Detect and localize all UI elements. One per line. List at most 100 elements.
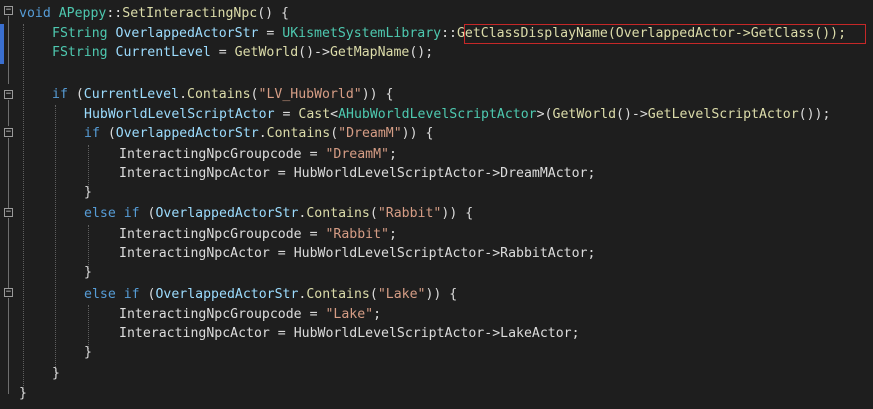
punctuation: ()-> — [616, 107, 648, 122]
operator: = — [269, 166, 294, 181]
member: DreamMActor — [500, 166, 588, 181]
code-line-1[interactable]: void APeppy::SetInteractingNpc() { — [19, 4, 289, 24]
function-call: GetWorld — [552, 107, 617, 122]
variable: HubWorldLevelScriptActor — [293, 166, 485, 181]
type-name: AHubWorldLevelScriptActor — [338, 107, 537, 122]
operator: = — [210, 45, 235, 60]
class-name: APeppy — [58, 6, 107, 21]
variable: OverlappedActorStr — [155, 287, 299, 302]
punctuation: () { — [257, 6, 289, 21]
punctuation: (); — [409, 45, 434, 60]
scope-operator: :: — [106, 6, 123, 21]
variable: InteractingNpcActor — [119, 326, 270, 341]
fold-toggle-icon[interactable]: − — [4, 6, 13, 15]
operator: -> — [484, 246, 501, 261]
code-line-11[interactable]: InteractingNpcGroupcode = "Rabbit"; — [119, 225, 397, 245]
punctuation: ( — [330, 126, 339, 141]
closing-brace: } — [52, 366, 60, 381]
code-line-7[interactable]: InteractingNpcGroupcode = "DreamM"; — [119, 145, 397, 165]
punctuation: ()-> — [298, 45, 330, 60]
fold-line — [8, 138, 9, 208]
code-line-5[interactable]: HubWorldLevelScriptActor = Cast<AHubWorl… — [84, 105, 830, 125]
fold-line — [8, 218, 9, 288]
string-literal: "Lake" — [377, 287, 426, 302]
punctuation: ; — [587, 166, 596, 181]
variable: InteractingNpcActor — [119, 246, 270, 261]
code-editor[interactable]: − − − − − void APeppy::SetInteractingNpc… — [0, 0, 873, 409]
function-call: Contains — [306, 206, 370, 221]
operator: -> — [484, 326, 501, 341]
code-line-15[interactable]: InteractingNpcGroupcode = "Lake"; — [119, 305, 381, 325]
variable: OverlappedActorStr — [155, 206, 299, 221]
keyword: else — [84, 287, 116, 302]
fold-toggle-icon[interactable]: − — [4, 90, 13, 99]
operator: = — [301, 307, 326, 322]
function-call: Contains — [266, 126, 331, 141]
function-call: Contains — [306, 287, 370, 302]
punctuation: ; — [373, 307, 382, 322]
code-line-19[interactable]: } — [19, 384, 27, 404]
operator: = — [269, 326, 294, 341]
fold-toggle-icon[interactable]: − — [4, 128, 13, 137]
keyword: if — [52, 87, 68, 102]
punctuation: )) { — [401, 126, 434, 141]
code-line-8[interactable]: InteractingNpcActor = HubWorldLevelScrip… — [119, 164, 595, 184]
punctuation: ( — [67, 87, 84, 102]
keyword: if — [84, 126, 100, 141]
fold-line — [8, 298, 9, 394]
punctuation: ( — [99, 126, 116, 141]
code-line-2[interactable]: FString OverlappedActorStr = UKismetSyst… — [52, 24, 846, 44]
punctuation: ( — [250, 87, 259, 102]
function-name: SetInteractingNpc — [122, 6, 258, 21]
keyword: else — [84, 206, 116, 221]
indent-guide — [55, 105, 56, 375]
variable: InteractingNpcGroupcode — [119, 307, 302, 322]
punctuation: . — [258, 126, 267, 141]
string-literal: "DreamM" — [338, 126, 402, 141]
variable: OverlappedActorStr — [115, 126, 259, 141]
operator: = — [258, 26, 283, 41]
punctuation: ( — [139, 287, 156, 302]
operator: = — [274, 107, 299, 122]
punctuation: )) { — [361, 87, 394, 102]
punctuation: ()); — [798, 107, 831, 122]
variable: InteractingNpcActor — [119, 166, 270, 181]
fold-toggle-icon[interactable]: − — [4, 288, 13, 297]
punctuation: ( — [369, 206, 378, 221]
change-marker — [0, 24, 4, 64]
keyword: if — [115, 287, 140, 302]
punctuation: ( — [139, 206, 156, 221]
member: RabbitActor — [500, 246, 588, 261]
type-name: FString — [52, 45, 108, 60]
code-line-12[interactable]: InteractingNpcActor = HubWorldLevelScrip… — [119, 244, 595, 264]
code-line-4[interactable]: if (CurrentLevel.Contains("LV_HubWorld")… — [52, 85, 393, 105]
punctuation: < — [330, 107, 339, 122]
code-line-3[interactable]: FString CurrentLevel = GetWorld()->GetMa… — [52, 43, 433, 63]
code-line-13[interactable]: } — [84, 263, 92, 283]
closing-brace: } — [19, 386, 27, 401]
punctuation: ( — [369, 287, 378, 302]
class-name: UKismetSystemLibrary — [282, 26, 442, 41]
variable: CurrentLevel — [83, 87, 180, 102]
punctuation: . — [179, 87, 188, 102]
string-literal: "Lake" — [325, 307, 374, 322]
punctuation: ; — [388, 227, 397, 242]
code-line-17[interactable]: } — [84, 343, 92, 363]
punctuation: ; — [587, 246, 596, 261]
string-literal: "Rabbit" — [377, 206, 442, 221]
operator: = — [301, 227, 326, 242]
variable: HubWorldLevelScriptActor — [293, 246, 485, 261]
operator: = — [301, 147, 326, 162]
function-call: Contains — [187, 87, 251, 102]
highlighted-call: GetClassDisplayName(OverlappedActor->Get… — [456, 26, 847, 41]
function-call: GetMapName — [329, 45, 410, 60]
code-line-18[interactable]: } — [52, 364, 60, 384]
fold-toggle-icon[interactable]: − — [4, 208, 13, 217]
code-line-6[interactable]: if (OverlappedActorStr.Contains("DreamM"… — [84, 124, 433, 144]
code-line-16[interactable]: InteractingNpcActor = HubWorldLevelScrip… — [119, 324, 580, 344]
code-line-9[interactable]: } — [84, 183, 92, 203]
member: LakeActor — [500, 326, 572, 341]
code-line-10[interactable]: else if (OverlappedActorStr.Contains("Ra… — [84, 204, 473, 224]
function-call: GetLevelScriptActor — [647, 107, 799, 122]
code-line-14[interactable]: else if (OverlappedActorStr.Contains("La… — [84, 285, 457, 305]
